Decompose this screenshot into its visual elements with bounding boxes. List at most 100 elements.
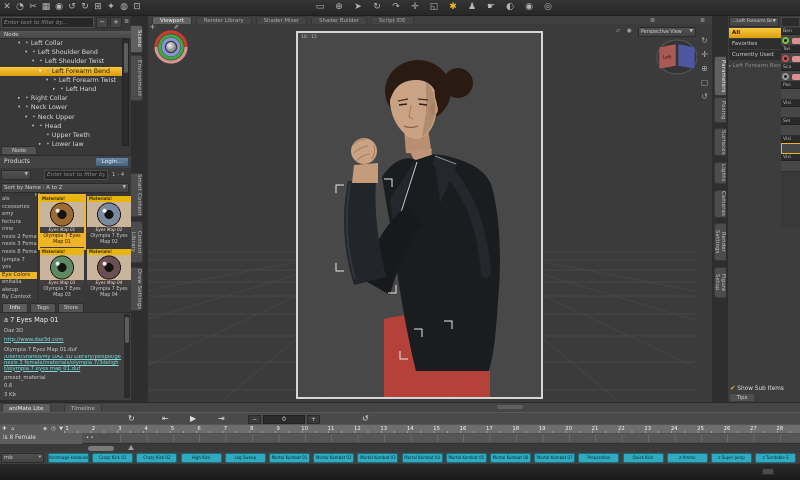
param-group-favorites[interactable]: Favorites bbox=[729, 39, 781, 49]
scene-tree-scrollbar[interactable] bbox=[122, 39, 129, 146]
param-group-all[interactable]: All bbox=[729, 28, 781, 38]
viewport-pane-menu-icon[interactable]: ≣ bbox=[650, 17, 655, 24]
slider-bar[interactable] bbox=[792, 56, 800, 62]
viewport-canvas[interactable]: 10 : 15 ✛✐ ▱◉ Perspective View ▼ bbox=[148, 24, 697, 402]
product-thumbnail[interactable]: Materials!Eyes Map 01Olympia 7 Eyes Map … bbox=[40, 196, 84, 248]
expand-arrow-icon[interactable]: ▾ bbox=[32, 124, 37, 129]
scrollbar-thumb[interactable] bbox=[124, 43, 128, 73]
info-scrollbar[interactable] bbox=[124, 314, 130, 398]
active-tool-icon[interactable]: ✱ bbox=[448, 1, 458, 14]
expand-arrow-icon[interactable]: ▾ bbox=[46, 78, 51, 83]
playhead-marker[interactable] bbox=[128, 445, 134, 450]
expand-arrow-icon[interactable]: ▾ bbox=[25, 115, 30, 120]
collapse-tree-button[interactable]: − bbox=[96, 17, 108, 28]
clip-preparation[interactable]: Preparation bbox=[578, 453, 619, 463]
param-group-currently-used[interactable]: Currently Used bbox=[729, 50, 781, 60]
slider-ben[interactable] bbox=[781, 35, 800, 46]
view-selector-dropdown[interactable]: Perspective View ▼ bbox=[638, 27, 696, 37]
tree-item-head[interactable]: ▾✦Head bbox=[0, 122, 122, 131]
slider-knob[interactable] bbox=[782, 55, 789, 62]
products-filter-input[interactable] bbox=[44, 170, 108, 180]
splitter-handle[interactable] bbox=[497, 405, 523, 409]
track-cells[interactable] bbox=[120, 434, 800, 442]
expand-arrow-icon[interactable]: ▾ bbox=[18, 41, 23, 46]
sidetab-surfaces[interactable]: Surfaces bbox=[714, 128, 726, 156]
grid-icon[interactable]: ▦ bbox=[41, 1, 51, 14]
category-fectura[interactable]: fectura bbox=[0, 219, 37, 227]
tab-shader-builder[interactable]: Shader Builder bbox=[311, 16, 367, 24]
node-footer-tab[interactable]: Node bbox=[1, 146, 37, 154]
package-icon[interactable]: ⊡ bbox=[132, 1, 142, 14]
category-eye-colors[interactable]: Eye Colors bbox=[0, 272, 37, 280]
scroll-end-button[interactable] bbox=[762, 468, 774, 475]
slider-knob[interactable] bbox=[782, 73, 789, 80]
scene-column-header[interactable]: Node bbox=[0, 31, 131, 39]
clip-mortal-kombat-06[interactable]: Mortal Kombat 06 bbox=[490, 453, 531, 463]
camera-icon[interactable]: ◉ bbox=[627, 28, 632, 34]
expand-arrow-icon[interactable]: ▾ bbox=[39, 69, 44, 74]
parameters-pane-menu-icon[interactable]: ≣ bbox=[700, 17, 705, 24]
slider-twi[interactable] bbox=[781, 53, 800, 64]
star-icon[interactable]: ✦ bbox=[106, 1, 116, 14]
sidetab-smart-content[interactable]: Smart Content bbox=[131, 173, 143, 217]
clip-z-super-jump[interactable]: z Super Jump bbox=[711, 453, 752, 463]
sphere-icon[interactable]: ◍ bbox=[119, 1, 129, 14]
tree-item-neck-upper[interactable]: ▾✦Neck Upper bbox=[0, 113, 122, 122]
category-nine[interactable]: nine bbox=[0, 226, 37, 234]
sidetab-posing[interactable]: Posing bbox=[714, 97, 726, 123]
frame-icon[interactable]: ▢ bbox=[699, 78, 710, 87]
slider-visi[interactable] bbox=[781, 107, 800, 118]
sidetab-figure-setup[interactable]: Figure Setup bbox=[714, 267, 726, 298]
category-emy[interactable]: emy bbox=[0, 211, 37, 219]
slider-sca[interactable] bbox=[781, 71, 800, 82]
scene-filter-input[interactable] bbox=[1, 17, 94, 28]
tree-item-neck-lower[interactable]: ▾✦Neck Lower bbox=[0, 103, 122, 112]
sidetab-parameters[interactable]: Parameters bbox=[714, 56, 726, 96]
rotate-tool-icon[interactable]: ↻ bbox=[372, 1, 382, 14]
tree-item-left-collar[interactable]: ▾✦Left Collar bbox=[0, 39, 122, 48]
twist-tool-icon[interactable]: ↷ bbox=[391, 1, 401, 14]
tab-shader-mixer[interactable]: Shader Mixer bbox=[256, 16, 308, 24]
surface-tool-icon[interactable]: ◐ bbox=[505, 1, 515, 14]
slider-bar[interactable] bbox=[792, 38, 800, 44]
clip-quick-kick[interactable]: Quick Kick bbox=[623, 453, 664, 463]
frame-increment-button[interactable]: + bbox=[307, 415, 320, 424]
category-nesis-2-female[interactable]: nesis 2 Female bbox=[0, 234, 37, 242]
slider-knob[interactable] bbox=[782, 37, 789, 44]
history-icon[interactable]: ◔ bbox=[15, 1, 25, 14]
reset-view-icon[interactable]: ↺ bbox=[699, 92, 710, 101]
product-thumbnail[interactable]: Materials!Eyes Map 03Olympia 7 Eyes Map … bbox=[40, 249, 84, 301]
sidetab-render-settings[interactable]: Render Settings bbox=[714, 223, 726, 261]
aspect-frame-icon[interactable]: ▱ bbox=[616, 28, 620, 34]
pan-icon[interactable]: ✛ bbox=[699, 50, 710, 59]
tree-item-left-forearm-twist[interactable]: ▾✦Left Forearm Twist bbox=[0, 76, 122, 85]
expand-arrow-icon[interactable]: ▸ bbox=[53, 87, 58, 92]
camera-frame[interactable]: 10 : 15 bbox=[296, 31, 543, 399]
track-options-dots[interactable]: • • bbox=[86, 433, 94, 444]
products-view-dropdown[interactable]: ▼ bbox=[1, 170, 31, 180]
tree-item-left-forearm-bend[interactable]: ▾✦Left Forearm Bend bbox=[0, 67, 122, 76]
slider-visi[interactable] bbox=[781, 143, 800, 154]
tab-info[interactable]: Info bbox=[2, 303, 28, 312]
clip-z-turntable-s[interactable]: z Turntable S bbox=[755, 453, 796, 463]
timeline-ruler[interactable]: ✚⌂◈◷▼ 1234567891011121314151617181920212… bbox=[0, 424, 800, 433]
sidetab-environment[interactable]: Environment bbox=[131, 55, 143, 101]
render-icon[interactable]: ◉ bbox=[524, 1, 534, 14]
tree-item-left-hand[interactable]: ▸✦Left Hand bbox=[0, 85, 122, 94]
target-icon[interactable]: ◉ bbox=[54, 1, 64, 14]
hand-tool-icon[interactable]: ☛ bbox=[486, 1, 496, 14]
tab-store[interactable]: Store bbox=[58, 303, 84, 312]
frame-decrement-button[interactable]: − bbox=[248, 415, 261, 424]
scene-navigator-icon[interactable]: ▭ bbox=[315, 1, 325, 14]
parameters-search[interactable] bbox=[781, 17, 800, 27]
clip-mortal-kombat-07[interactable]: Mortal Kombat 07 bbox=[534, 453, 575, 463]
pointer-tool-icon[interactable]: ➤ bbox=[353, 1, 363, 14]
translate-tool-icon[interactable]: ✛ bbox=[410, 1, 420, 14]
clip-mortal-kombat-03[interactable]: Mortal Kombat 03 bbox=[357, 453, 398, 463]
rotation-gizmo[interactable] bbox=[152, 28, 190, 66]
undo-icon[interactable]: ↺ bbox=[67, 1, 77, 14]
category-lympia-7[interactable]: lympia 7 bbox=[0, 257, 37, 265]
zoom-icon[interactable]: ⊕ bbox=[699, 64, 710, 73]
category-yes[interactable]: yes bbox=[0, 264, 37, 272]
orbit-icon[interactable]: ↻ bbox=[699, 36, 710, 45]
